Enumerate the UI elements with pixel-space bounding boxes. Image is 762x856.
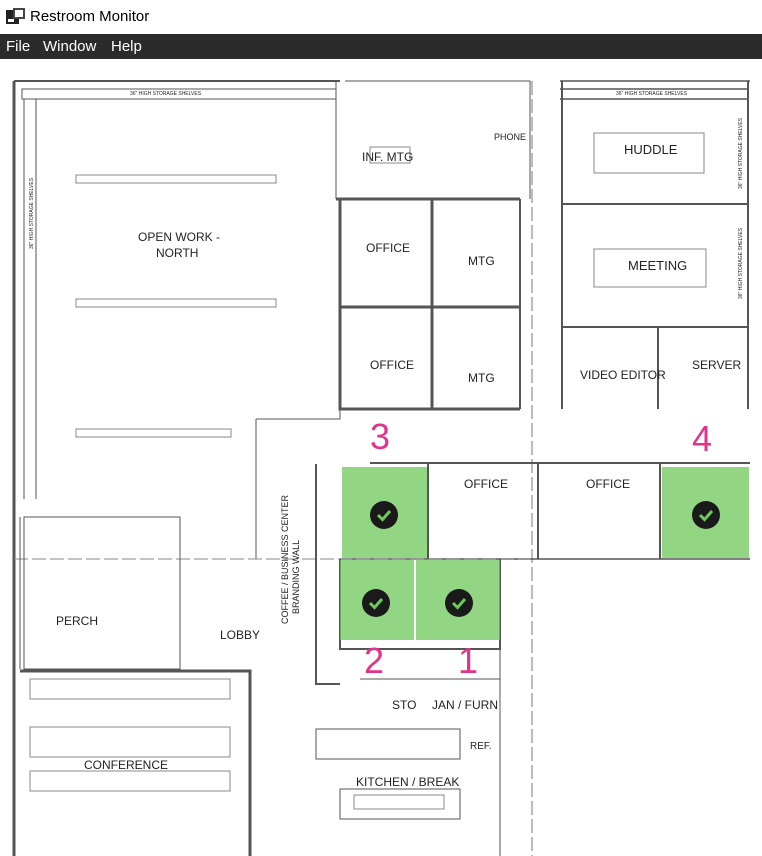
restroom-number-2: 2 bbox=[364, 640, 385, 681]
check-circle-icon bbox=[692, 501, 720, 529]
menu-file[interactable]: File bbox=[6, 38, 30, 55]
label-open-work-1: OPEN WORK - bbox=[138, 230, 220, 244]
menu-window[interactable]: Window bbox=[43, 38, 96, 55]
label-sto: STO bbox=[392, 698, 416, 712]
label-conference: CONFERENCE bbox=[84, 758, 168, 772]
label-jan-furn: JAN / FURN bbox=[432, 698, 498, 712]
label-shelves-vertical-right-1: 36" HIGH STORAGE SHELVES bbox=[738, 117, 744, 189]
window-title: Restroom Monitor bbox=[30, 8, 150, 25]
label-shelves-left: 36" HIGH STORAGE SHELVES bbox=[130, 91, 202, 97]
label-office-b: OFFICE bbox=[370, 358, 414, 372]
label-phone: PHONE bbox=[494, 132, 526, 142]
label-shelves-vertical-right-2: 36" HIGH STORAGE SHELVES bbox=[738, 227, 744, 299]
check-circle-icon bbox=[370, 501, 398, 529]
label-inf-mtg: INF. MTG bbox=[362, 150, 413, 164]
check-circle-icon bbox=[445, 589, 473, 617]
label-office-c: OFFICE bbox=[464, 477, 508, 491]
label-office-a: OFFICE bbox=[366, 241, 410, 255]
menu-help[interactable]: Help bbox=[111, 38, 142, 55]
label-mtg-b: MTG bbox=[468, 371, 495, 385]
label-meeting: MEETING bbox=[628, 258, 687, 273]
title-bar: Restroom Monitor bbox=[0, 0, 762, 34]
label-coffee-2: BRANDING WALL bbox=[291, 540, 301, 614]
floor-plan-drawing: OPEN WORK - NORTH INF. MTG PHONE OFFICE … bbox=[12, 80, 750, 856]
label-open-work-2: NORTH bbox=[156, 246, 198, 260]
app-window-icon bbox=[6, 8, 25, 24]
menu-bar: File Window Help bbox=[0, 34, 762, 59]
check-circle-icon bbox=[362, 589, 390, 617]
restroom-number-3: 3 bbox=[370, 416, 391, 457]
label-mtg-a: MTG bbox=[468, 254, 495, 268]
label-coffee-1: COFFEE / BUSINESS CENTER bbox=[280, 494, 290, 624]
label-ref: REF. bbox=[470, 741, 492, 752]
label-server: SERVER bbox=[692, 358, 741, 372]
label-huddle: HUDDLE bbox=[624, 142, 678, 157]
label-shelves-vertical-left: 36" HIGH STORAGE SHELVES bbox=[29, 177, 35, 249]
label-video-editor: VIDEO EDITOR bbox=[580, 368, 666, 382]
label-office-d: OFFICE bbox=[586, 477, 630, 491]
restroom-number-4: 4 bbox=[692, 418, 713, 459]
restroom-number-1: 1 bbox=[458, 640, 479, 681]
label-lobby: LOBBY bbox=[220, 628, 260, 642]
floor-plan: OPEN WORK - NORTH INF. MTG PHONE OFFICE … bbox=[0, 59, 762, 856]
label-perch: PERCH bbox=[56, 614, 98, 628]
label-kitchen: KITCHEN / BREAK bbox=[356, 775, 459, 789]
label-shelves-right: 36" HIGH STORAGE SHELVES bbox=[616, 91, 688, 97]
